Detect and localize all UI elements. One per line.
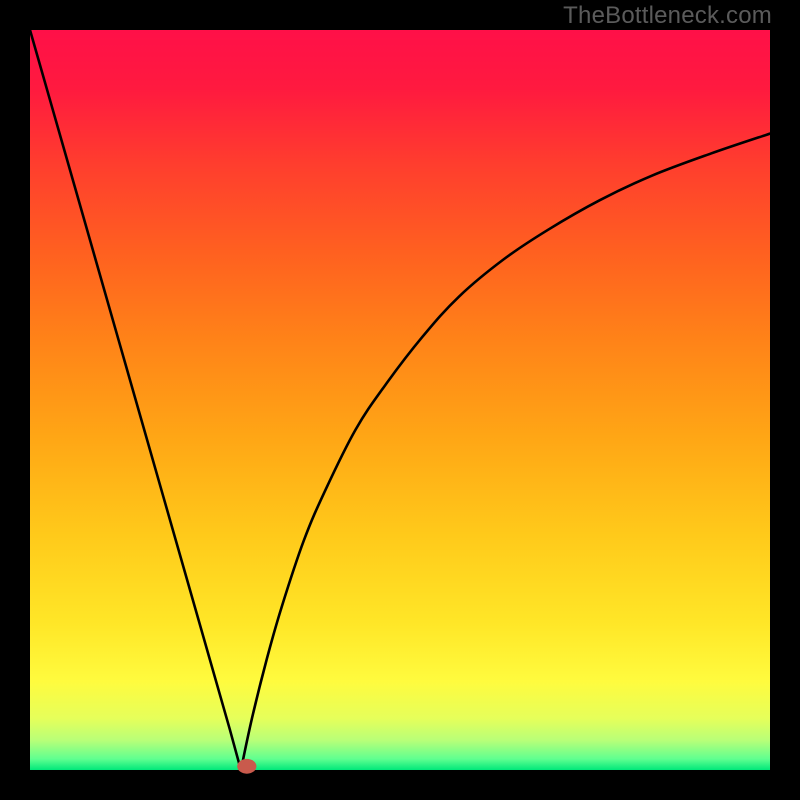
curve-right-branch [241, 134, 770, 770]
minimum-marker [237, 759, 256, 774]
curve-layer [30, 30, 770, 770]
plot-area [30, 30, 770, 770]
chart-frame: TheBottleneck.com [0, 0, 800, 800]
watermark-text: TheBottleneck.com [563, 2, 772, 30]
curve-left-branch [30, 30, 241, 770]
